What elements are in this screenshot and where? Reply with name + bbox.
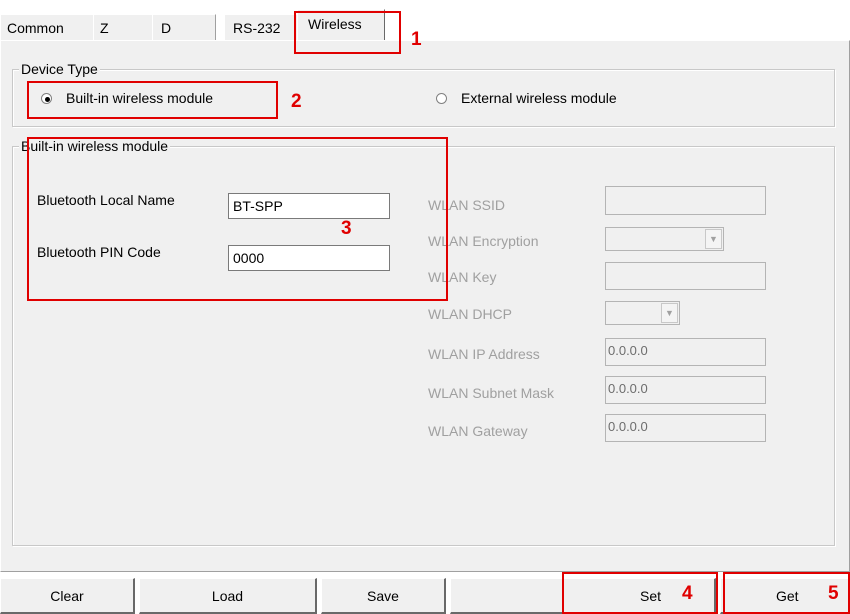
- load-button[interactable]: Load: [139, 578, 317, 614]
- wlan-encryption-select[interactable]: ▼: [605, 227, 724, 251]
- clear-button[interactable]: Clear: [0, 578, 135, 614]
- external-module-radio-label[interactable]: External wireless module: [461, 89, 617, 107]
- tab-z-label: Z: [100, 20, 109, 36]
- wlan-ip-address-input[interactable]: 0.0.0.0: [605, 338, 766, 366]
- wlan-gateway-input[interactable]: 0.0.0.0: [605, 414, 766, 442]
- callout-box-3: [27, 137, 448, 301]
- callout-number-3: 3: [341, 218, 352, 239]
- wlan-dhcp-label: WLAN DHCP: [428, 306, 513, 322]
- wlan-subnet-mask-input[interactable]: 0.0.0.0: [605, 376, 766, 404]
- callout-number-2: 2: [291, 91, 302, 112]
- wlan-gateway-label: WLAN Gateway: [428, 423, 528, 439]
- callout-number-1: 1: [411, 29, 422, 50]
- tab-common-label: Common: [7, 20, 64, 36]
- radio-unselected-icon[interactable]: [436, 93, 447, 104]
- callout-box-1: [294, 11, 401, 54]
- wlan-dhcp-select[interactable]: ▼: [605, 301, 680, 325]
- save-button[interactable]: Save: [321, 578, 446, 614]
- wlan-ip-address-label: WLAN IP Address: [428, 346, 540, 362]
- tab-rs232[interactable]: RS-232: [224, 14, 300, 41]
- callout-number-5: 5: [828, 583, 839, 604]
- tab-rs232-label: RS-232: [233, 20, 281, 36]
- tab-d[interactable]: D: [152, 14, 216, 41]
- wlan-subnet-mask-label: WLAN Subnet Mask: [428, 385, 555, 401]
- chevron-down-icon[interactable]: ▼: [705, 229, 722, 249]
- callout-box-4: [562, 572, 718, 614]
- tab-strip: Common Z D RS-232 Wireless: [0, 0, 850, 41]
- device-type-legend: Device Type: [19, 61, 100, 77]
- tab-z[interactable]: Z: [93, 14, 153, 41]
- wlan-ssid-input[interactable]: [605, 186, 766, 215]
- callout-number-4: 4: [682, 583, 693, 604]
- wlan-key-input[interactable]: [605, 262, 766, 290]
- tab-common[interactable]: Common: [0, 14, 94, 41]
- tab-d-label: D: [161, 20, 172, 36]
- chevron-down-icon[interactable]: ▼: [661, 303, 678, 323]
- callout-box-2: [27, 81, 278, 119]
